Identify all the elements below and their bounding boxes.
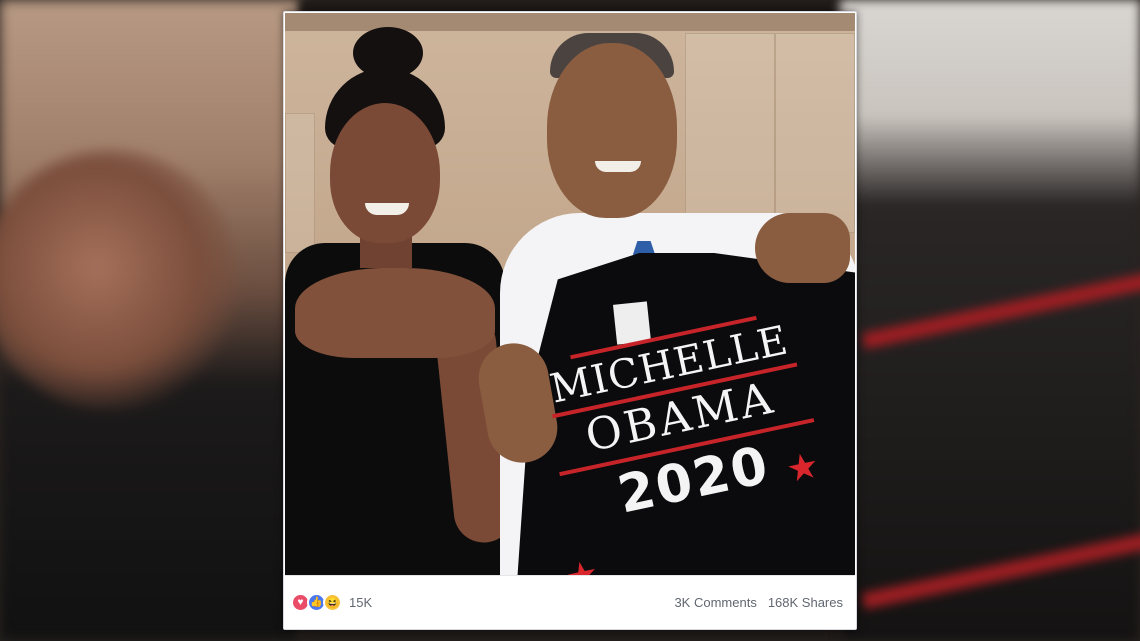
reaction-count[interactable]: 15K <box>349 595 372 610</box>
social-post-card: MICHELLE OBAMA 2020 ★ ★ ♥ 👍 😆 15K 3K Com… <box>283 11 857 630</box>
haha-icon[interactable]: 😆 <box>323 593 342 612</box>
blurred-background-left <box>0 0 300 641</box>
reaction-icons[interactable]: ♥ 👍 😆 <box>291 593 342 612</box>
reactions-bar: ♥ 👍 😆 15K 3K Comments 168K Shares <box>285 575 855 629</box>
heart-hands <box>295 268 495 358</box>
comments-count-link[interactable]: 3K Comments <box>674 595 756 610</box>
star-icon: ★ <box>562 552 602 575</box>
post-photo[interactable]: MICHELLE OBAMA 2020 ★ ★ <box>285 13 855 575</box>
shares-count-link[interactable]: 168K Shares <box>768 595 843 610</box>
blurred-background-right <box>840 0 1140 641</box>
